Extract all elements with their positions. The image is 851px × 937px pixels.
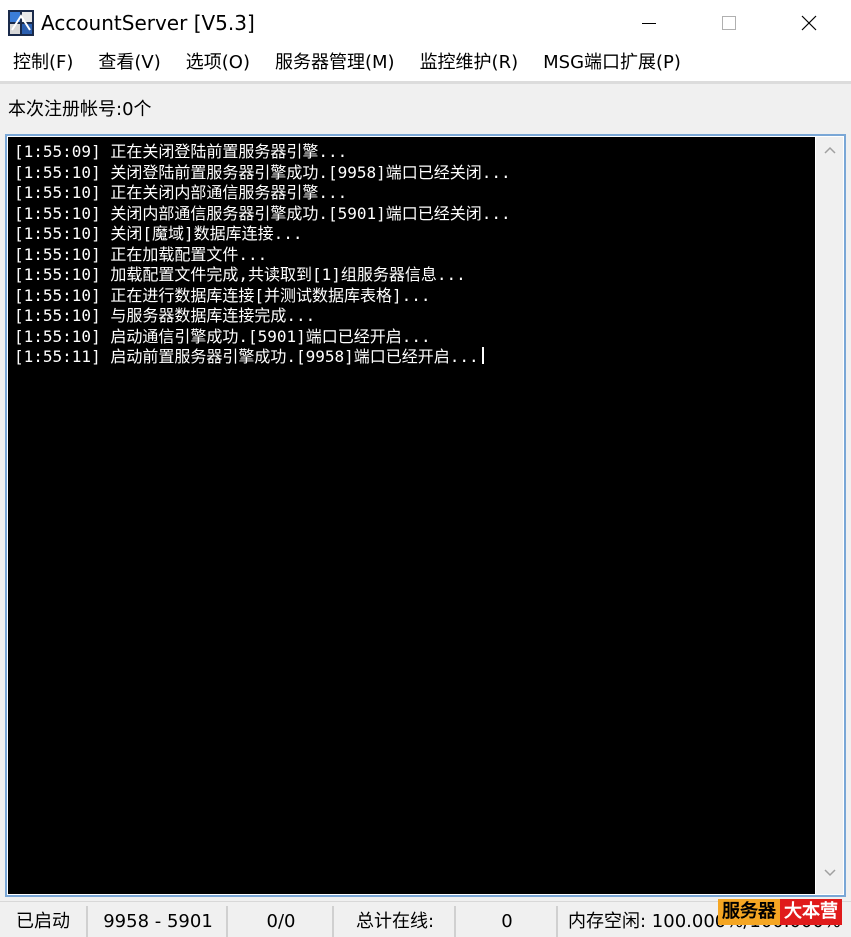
menu-bar: 控制(F) 查看(V) 选项(O) 服务器管理(M) 监控维护(R) MSG端口… bbox=[0, 45, 851, 81]
menu-msg-port-extension[interactable]: MSG端口扩展(P) bbox=[543, 48, 681, 78]
log-console-frame: [1:55:09] 正在关闭登陆前置服务器引擎... [1:55:10] 关闭登… bbox=[5, 134, 846, 897]
minimize-icon bbox=[642, 22, 656, 24]
maximize-button[interactable] bbox=[700, 0, 758, 45]
status-ratio: 0/0 bbox=[230, 906, 334, 937]
scroll-down-button[interactable] bbox=[816, 868, 843, 888]
chevron-down-icon bbox=[823, 869, 836, 877]
menu-options[interactable]: 选项(O) bbox=[186, 48, 250, 78]
close-button[interactable] bbox=[780, 0, 838, 45]
log-line: [1:55:10] 关闭内部通信服务器引擎成功.[5901]端口已经关闭... bbox=[14, 203, 511, 223]
log-line: [1:55:10] 加载配置文件完成,共读取到[1]组服务器信息... bbox=[14, 265, 466, 284]
log-line: [1:55:10] 正在进行数据库连接[并测试数据库表格]... bbox=[14, 285, 431, 305]
log-line: [1:55:10] 启动通信引擎成功.[5901]端口已经开启... bbox=[14, 326, 431, 346]
log-line-last: [1:55:11] 启动前置服务器引擎成功.[9958]端口已经开启... bbox=[14, 347, 809, 368]
menu-server-management[interactable]: 服务器管理(M) bbox=[275, 48, 395, 78]
watermark: 服务器 大本营 bbox=[718, 899, 842, 925]
log-console[interactable]: [1:55:09] 正在关闭登陆前置服务器引擎... [1:55:10] 关闭登… bbox=[8, 137, 815, 894]
maximize-icon bbox=[722, 15, 736, 30]
close-icon bbox=[801, 15, 817, 30]
window-title: AccountServer [V5.3] bbox=[41, 11, 255, 35]
app-icon bbox=[8, 10, 34, 36]
log-line: [1:55:10] 正在加载配置文件... bbox=[14, 244, 268, 264]
vertical-scrollbar[interactable] bbox=[816, 137, 843, 894]
title-bar[interactable]: AccountServer [V5.3] bbox=[0, 0, 851, 45]
log-line: [1:55:09] 正在关闭登陆前置服务器引擎... bbox=[14, 142, 348, 161]
watermark-part1: 服务器 bbox=[718, 899, 780, 925]
watermark-part2: 大本营 bbox=[780, 899, 842, 925]
menu-view[interactable]: 查看(V) bbox=[98, 48, 160, 78]
text-cursor bbox=[481, 347, 484, 364]
registration-count: 本次注册帐号:0个 bbox=[8, 99, 152, 120]
chevron-up-icon bbox=[823, 146, 836, 154]
log-line: [1:55:10] 关闭登陆前置服务器引擎成功.[9958]端口已经关闭... bbox=[14, 162, 511, 182]
status-online-value: 0 bbox=[458, 906, 558, 937]
log-line: [1:55:10] 与服务器数据库连接完成... bbox=[14, 306, 316, 325]
log-line: [1:55:10] 正在关闭内部通信服务器引擎... bbox=[14, 183, 348, 202]
menu-monitor-maintenance[interactable]: 监控维护(R) bbox=[420, 48, 519, 78]
log-line: [1:55:10] 关闭[魔域]数据库连接... bbox=[14, 224, 303, 243]
status-online-label: 总计在线: bbox=[336, 906, 456, 937]
scroll-up-button[interactable] bbox=[816, 145, 843, 165]
status-state: 已启动 bbox=[0, 906, 88, 937]
menu-separator bbox=[0, 81, 851, 84]
minimize-button[interactable] bbox=[620, 0, 678, 45]
menu-control[interactable]: 控制(F) bbox=[13, 48, 73, 78]
log-line-text: [1:55:11] 启动前置服务器引擎成功.[9958]端口已经开启... bbox=[14, 347, 479, 366]
status-ports: 9958 - 5901 bbox=[90, 906, 228, 937]
